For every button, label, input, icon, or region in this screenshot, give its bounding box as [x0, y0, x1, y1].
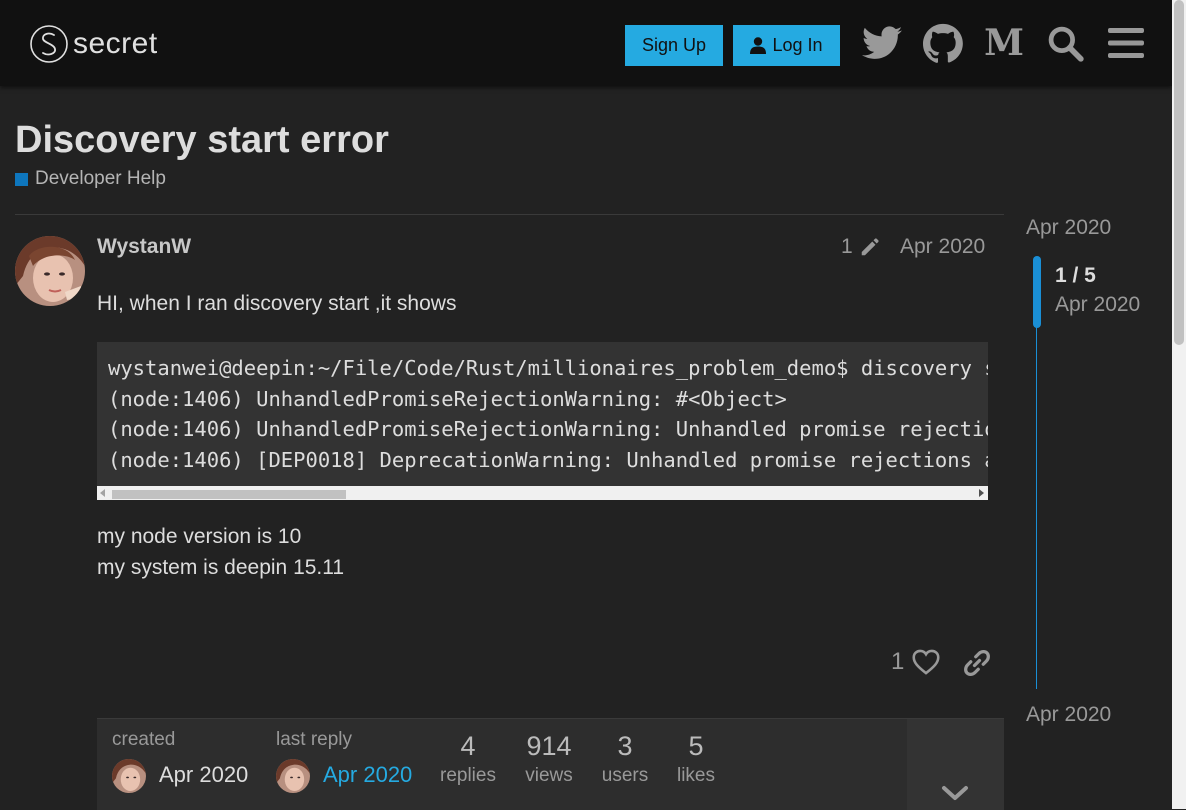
edit-count: 1: [841, 235, 853, 258]
category-badge[interactable]: Developer Help: [15, 168, 166, 190]
title-divider: [15, 214, 1004, 215]
code-line: (node:1406) UnhandledPromiseRejectionWar…: [108, 386, 787, 411]
topic-map: created Apr 2020 last reply Apr 2020 4 r…: [97, 718, 907, 810]
pencil-icon: [861, 238, 879, 256]
last-reply-date[interactable]: Apr 2020: [323, 762, 412, 788]
likes-count: 5: [688, 731, 704, 761]
replies-count: 4: [460, 731, 476, 761]
logo-text: secret: [73, 27, 158, 60]
search-icon[interactable]: [1043, 21, 1087, 65]
post-text-system: my system is deepin 15.11: [97, 556, 345, 579]
category-name: Developer Help: [35, 168, 166, 189]
users-count: 3: [617, 731, 633, 761]
timeline-position-date: Apr 2020: [1055, 293, 1141, 316]
code-horizontal-scrollbar[interactable]: [97, 486, 988, 500]
like-button[interactable]: 1: [891, 648, 940, 676]
code-scroll-thumb[interactable]: [112, 490, 346, 499]
replies-label: replies: [440, 765, 496, 786]
code-content: wystanwei@deepin:~/File/Code/Rust/millio…: [97, 342, 988, 486]
post-date[interactable]: Apr 2020: [900, 235, 985, 259]
last-reply-avatar[interactable]: [276, 759, 310, 793]
timeline-start-date[interactable]: Apr 2020: [1026, 216, 1111, 240]
secret-logo-icon: [30, 25, 68, 63]
created-label: created: [112, 729, 176, 750]
share-link-icon[interactable]: [962, 648, 992, 683]
edit-history[interactable]: 1: [841, 235, 881, 259]
code-block: wystanwei@deepin:~/File/Code/Rust/millio…: [97, 342, 988, 500]
code-line: (node:1406) UnhandledPromiseRejectionWar…: [108, 417, 988, 441]
user-icon: [750, 37, 767, 54]
chevron-down-icon: [942, 786, 968, 800]
log-in-label: Log In: [772, 35, 823, 55]
created-date[interactable]: Apr 2020: [159, 762, 248, 788]
site-logo[interactable]: secret: [29, 24, 158, 64]
users-label: users: [601, 765, 649, 786]
category-color-swatch: [15, 172, 28, 186]
post-username[interactable]: WystanW: [97, 235, 191, 259]
topic-title[interactable]: Discovery start error: [15, 119, 389, 162]
expand-topic-map-button[interactable]: [907, 718, 1004, 810]
views-count: 914: [526, 731, 572, 761]
site-header: secret Sign Up Log In M: [0, 0, 1172, 86]
post-author-avatar[interactable]: [15, 236, 85, 306]
creator-avatar[interactable]: [112, 759, 146, 793]
heart-icon: [912, 649, 940, 675]
timeline-handle[interactable]: [1033, 256, 1041, 328]
twitter-icon[interactable]: [860, 21, 904, 65]
page-scroll-thumb[interactable]: [1174, 0, 1184, 345]
code-line: (node:1406) [DEP0018] DeprecationWarning…: [108, 447, 988, 472]
log-in-button[interactable]: Log In: [733, 25, 840, 66]
last-reply-label: last reply: [276, 729, 353, 750]
views-label: views: [525, 765, 573, 786]
timeline-end-date[interactable]: Apr 2020: [1026, 703, 1111, 727]
code-line: wystanwei@deepin:~/File/Code/Rust/millio…: [108, 356, 988, 380]
like-count: 1: [891, 648, 905, 675]
timeline-position: 1 / 5: [1055, 264, 1096, 287]
scroll-left-arrow-icon[interactable]: [100, 489, 105, 497]
scroll-right-arrow-icon[interactable]: [979, 489, 984, 497]
github-icon[interactable]: [921, 21, 965, 65]
post-intro-text: HI, when I ran discovery start ,it shows: [97, 292, 457, 315]
likes-label: likes: [676, 765, 715, 786]
menu-icon[interactable]: [1104, 21, 1148, 65]
medium-icon[interactable]: M: [982, 21, 1026, 65]
post-text-node-version: my node version is 10: [97, 525, 302, 548]
sign-up-button[interactable]: Sign Up: [625, 25, 723, 66]
